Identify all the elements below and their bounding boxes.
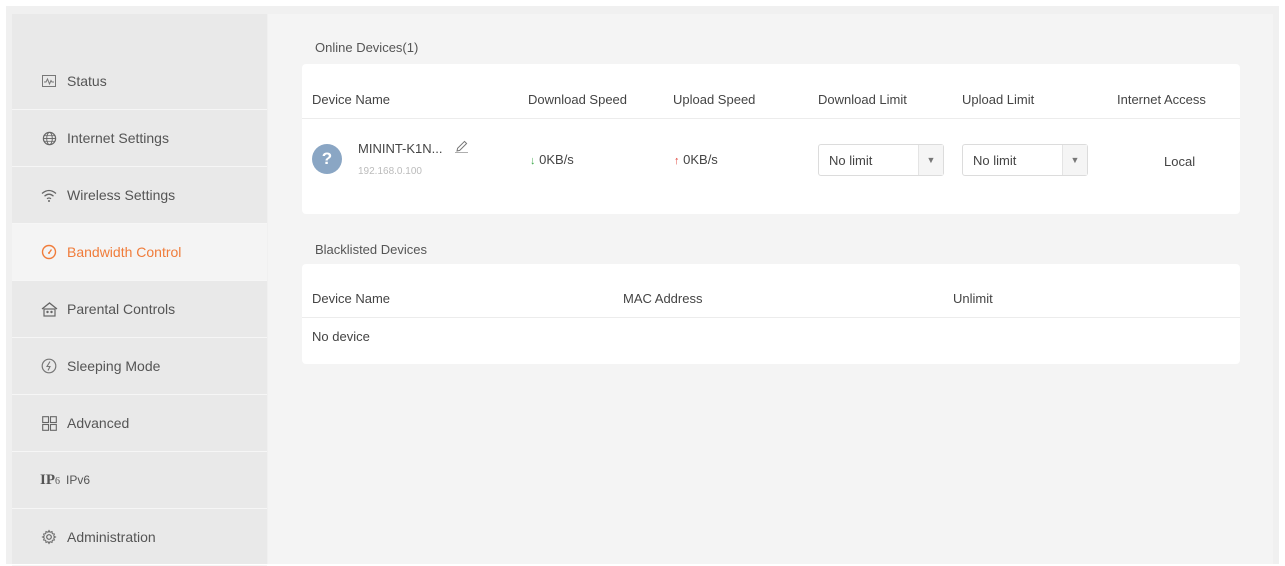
chevron-down-icon: ▼ (1062, 145, 1087, 175)
upload-limit-value: No limit (973, 152, 1017, 168)
download-arrow-icon: ↓ (530, 155, 536, 167)
sidebar-item-label: Parental Controls (67, 301, 176, 317)
sidebar-item-parental-controls[interactable]: Parental Controls (12, 281, 267, 338)
col-download-limit: Download Limit (818, 92, 907, 107)
edit-icon[interactable] (454, 139, 469, 159)
col-download-speed: Download Speed (528, 92, 628, 107)
grid-icon (40, 414, 58, 432)
sidebar-item-label: Bandwidth Control (67, 244, 182, 260)
status-icon (40, 72, 58, 90)
blacklisted-devices-title: Blacklisted Devices (315, 242, 427, 257)
empty-state-text: No device (312, 329, 370, 344)
download-limit-select[interactable]: No limit ▼ (818, 144, 944, 176)
sidebar-item-ipv6[interactable]: IP6 IPv6 (12, 452, 267, 509)
sidebar-item-bandwidth-control[interactable]: Bandwidth Control (12, 224, 267, 281)
sidebar-item-label: Wireless Settings (67, 187, 176, 203)
col-internet-access: Internet Access (1117, 92, 1206, 107)
header-divider (302, 317, 1240, 318)
sleep-icon (40, 357, 58, 375)
col-unlimit: Unlimit (953, 291, 993, 306)
globe-icon (40, 129, 58, 147)
header-divider (302, 118, 1240, 119)
chevron-down-icon: ▼ (918, 145, 943, 175)
wifi-icon (40, 186, 58, 204)
sidebar-item-status[interactable]: Status (12, 53, 267, 110)
col-upload-limit: Upload Limit (962, 92, 1035, 107)
upload-limit-select[interactable]: No limit ▼ (962, 144, 1088, 176)
ipv6-icon: IP6 (40, 471, 60, 488)
internet-access-value: Local (1164, 154, 1196, 169)
sidebar-item-internet-settings[interactable]: Internet Settings (12, 110, 267, 167)
device-name: MININT-K1N... (358, 141, 443, 156)
gear-icon (40, 528, 58, 546)
unknown-device-icon: ? (312, 144, 342, 174)
sidebar-item-label: Status (67, 73, 107, 89)
sidebar-item-label: Advanced (67, 415, 130, 431)
upload-speed: ↑ 0KB/s (674, 152, 718, 167)
sidebar-item-label: Internet Settings (67, 130, 169, 146)
main-content: Online Devices(1) Device Name Download S… (268, 14, 1273, 564)
upload-arrow-icon: ↑ (674, 155, 680, 167)
col-device-name: Device Name (312, 92, 391, 107)
sidebar-item-sleeping-mode[interactable]: Sleeping Mode (12, 338, 267, 395)
col-mac-address: MAC Address (623, 291, 703, 306)
col-device-name: Device Name (312, 291, 391, 306)
download-speed-value: 0KB/s (539, 152, 574, 167)
house-icon (40, 300, 58, 318)
blacklisted-devices-panel: Device Name MAC Address Unlimit No devic… (302, 264, 1240, 364)
sidebar-item-administration[interactable]: Administration (12, 509, 267, 566)
online-devices-title: Online Devices(1) (315, 40, 419, 55)
col-upload-speed: Upload Speed (673, 92, 756, 107)
sidebar-item-label: Administration (67, 529, 156, 545)
download-speed: ↓ 0KB/s (530, 152, 574, 167)
gauge-icon (40, 243, 58, 261)
download-limit-value: No limit (829, 152, 873, 168)
sidebar: Status Internet Settings Wireless Settin… (12, 14, 267, 566)
sidebar-item-advanced[interactable]: Advanced (12, 395, 267, 452)
sidebar-item-label: Sleeping Mode (67, 358, 161, 374)
sidebar-item-label: IPv6 (66, 473, 91, 487)
device-ip: 192.168.0.100 (358, 166, 422, 177)
upload-speed-value: 0KB/s (683, 152, 718, 167)
sidebar-item-wireless-settings[interactable]: Wireless Settings (12, 167, 267, 224)
online-devices-panel: Device Name Download Speed Upload Speed … (302, 64, 1240, 214)
